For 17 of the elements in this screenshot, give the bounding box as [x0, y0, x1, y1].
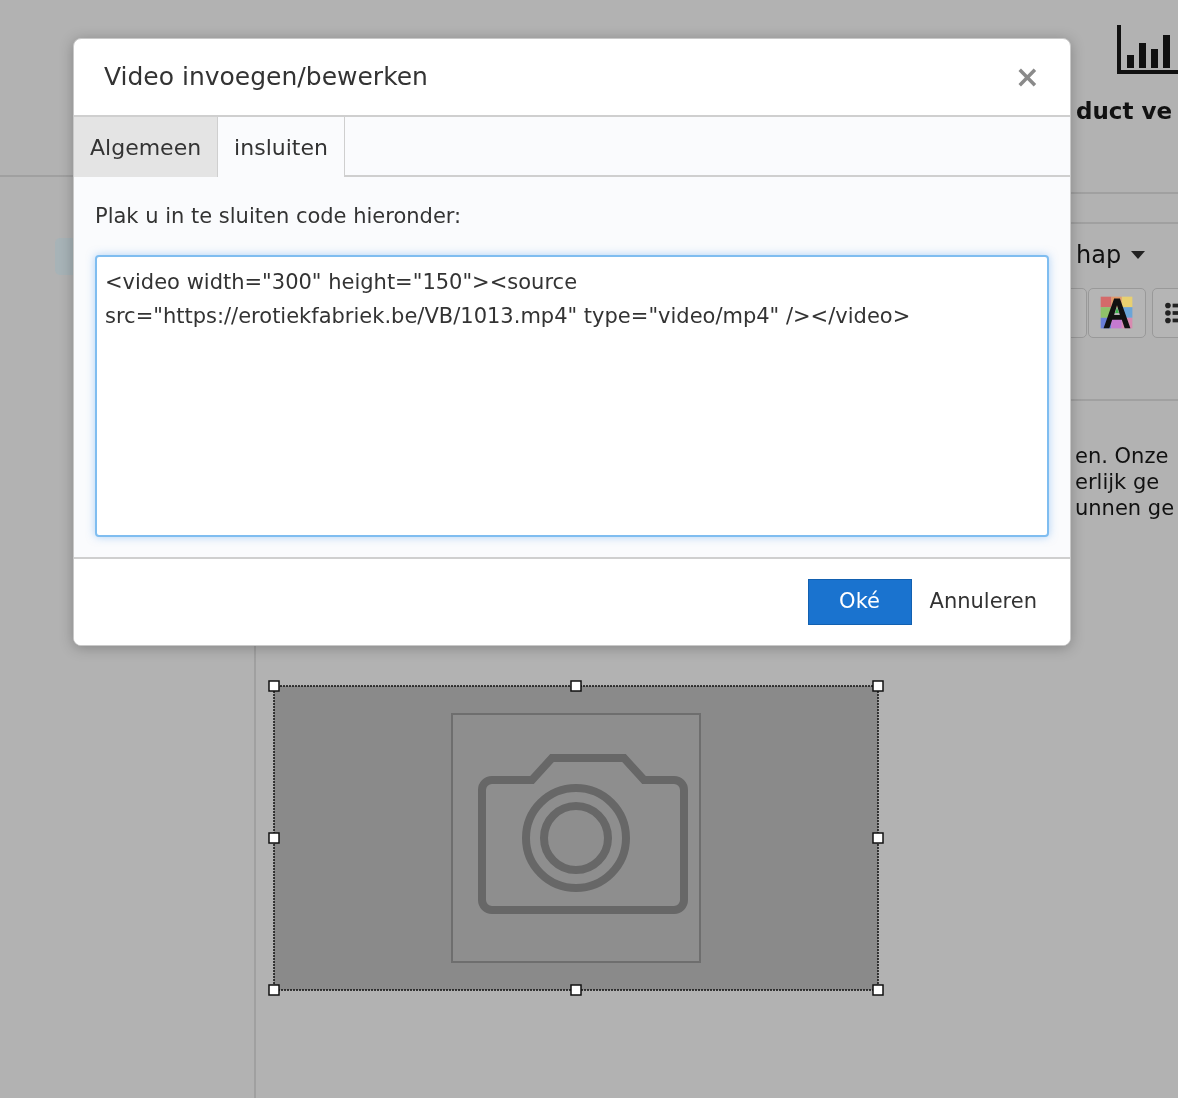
paragraph-line: erlijk ge	[1075, 469, 1160, 495]
caret-icon	[1131, 251, 1146, 259]
list-icon[interactable]	[1152, 288, 1178, 338]
prompt-label: Plak u in te sluiten code hieronder:	[95, 203, 463, 230]
dropdown[interactable]: hap	[1076, 237, 1146, 273]
code-field[interactable]: <video width="300" height="150"><source src="https://erotiekfabriek.be/VB/1013.mp4" type="video/mp4" /></video>	[95, 254, 1049, 537]
cancel-button[interactable]: Annuleren	[929, 586, 1037, 618]
bar-chart-icon[interactable]	[1117, 25, 1178, 74]
tab[interactable]: Algemeen	[74, 117, 219, 177]
video-placeholder[interactable]	[267, 680, 885, 996]
text-color-icon[interactable]	[1088, 288, 1146, 338]
paragraph-line: en. Onze	[1075, 443, 1169, 469]
toolbar-label[interactable]: duct ve	[1076, 94, 1173, 129]
tab[interactable]: insluiten	[218, 117, 345, 177]
paragraph-line: unnen ge	[1075, 495, 1175, 521]
ok-button[interactable]: Oké	[807, 579, 912, 625]
dialog-title: Video invoegen/bewerken	[104, 61, 428, 94]
